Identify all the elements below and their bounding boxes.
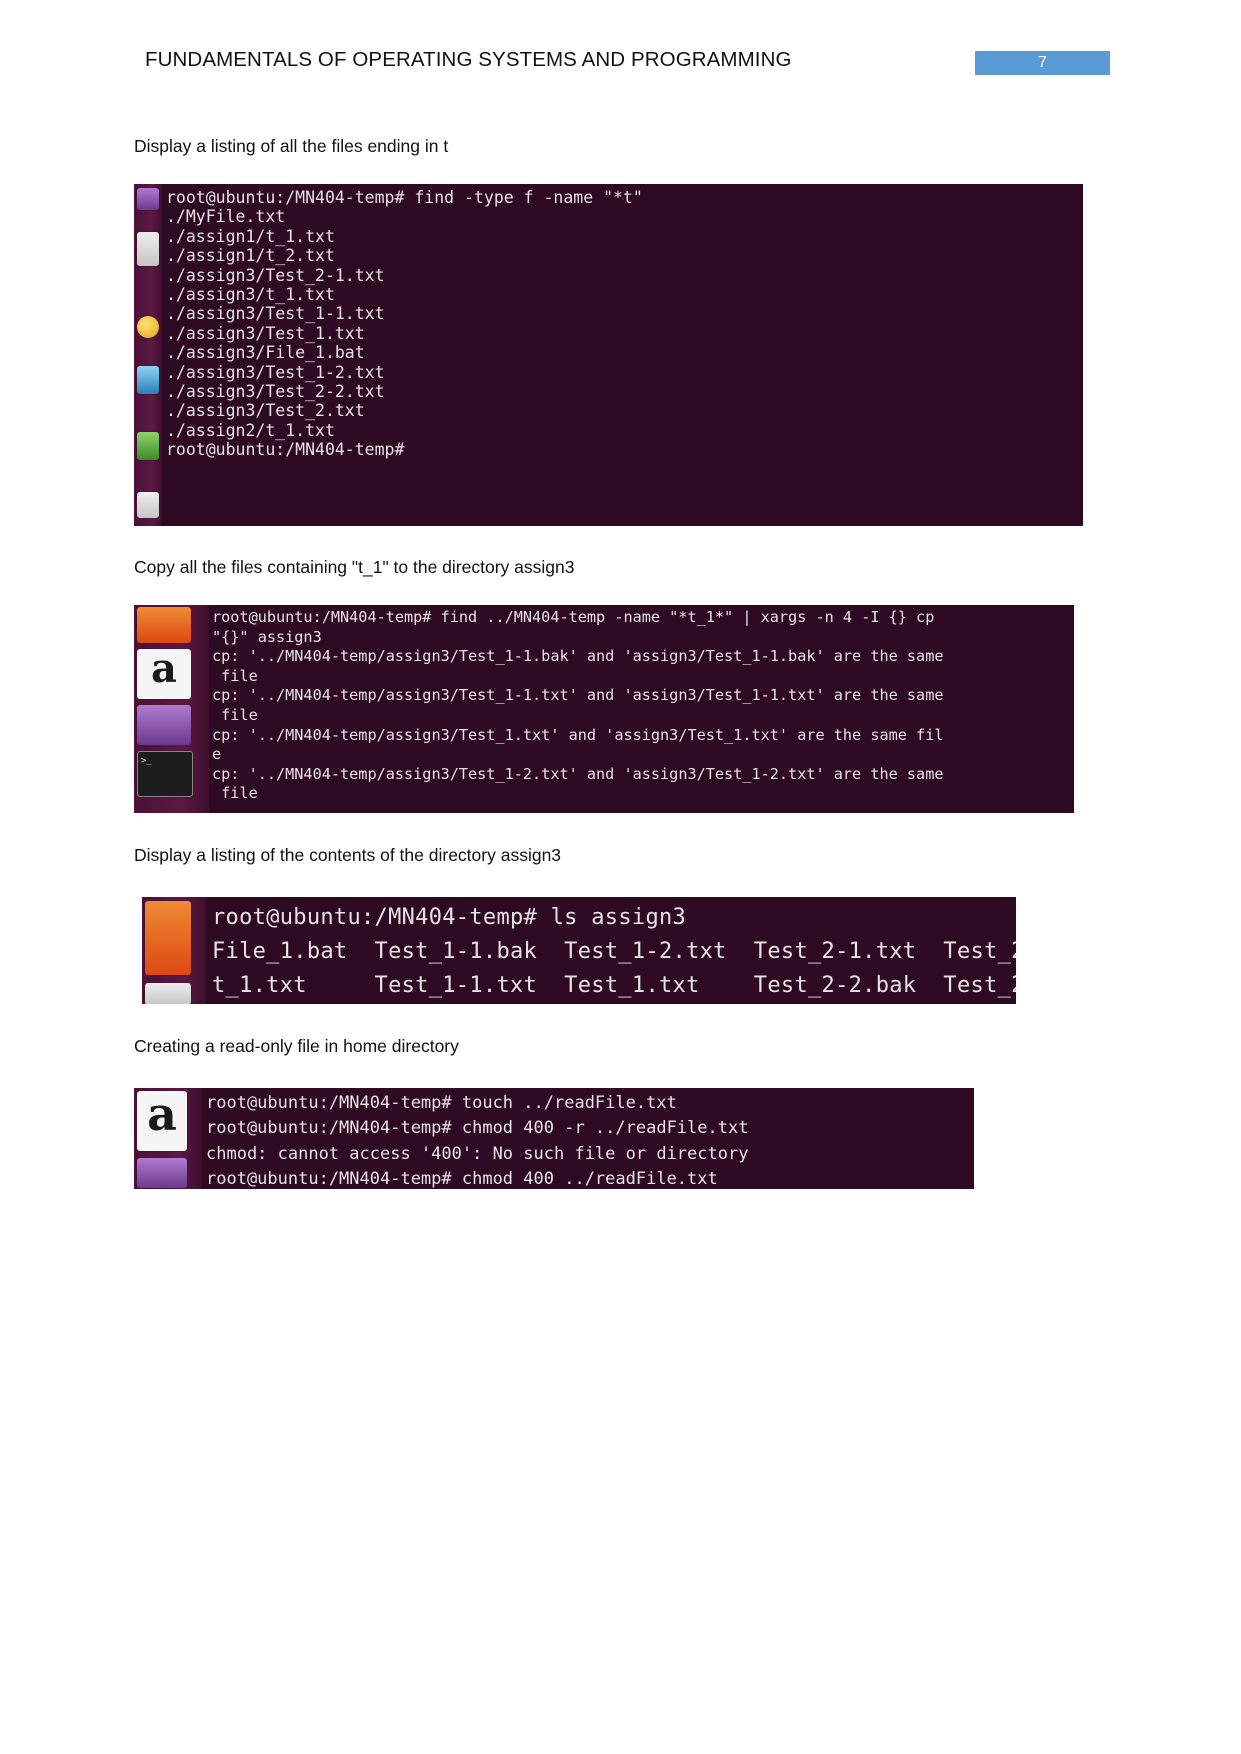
app-icon bbox=[145, 983, 191, 1004]
terminal-line: cp: '../MN404-temp/assign3/Test_1-1.bak'… bbox=[212, 647, 944, 666]
terminal-output-4: root@ubuntu:/MN404-temp# touch ../readFi… bbox=[202, 1088, 974, 1189]
unity-launcher-bar-3 bbox=[142, 897, 206, 1004]
terminal-line: file bbox=[212, 705, 258, 724]
terminal-line: ./assign3/File_1.bat bbox=[166, 343, 365, 363]
terminal-output-1: root@ubuntu:/MN404-temp# find -type f -n… bbox=[162, 184, 1083, 526]
terminal-output-3: root@ubuntu:/MN404-temp# ls assign3 File… bbox=[206, 897, 1016, 1004]
page-title: FUNDAMENTALS OF OPERATING SYSTEMS AND PR… bbox=[145, 48, 792, 71]
terminal-line: File_1.bat Test_1-1.bak Test_1-2.txt Tes… bbox=[212, 939, 1016, 964]
folder-icon bbox=[137, 188, 159, 210]
blue-app-icon bbox=[137, 366, 159, 394]
terminal-line: root@ubuntu:/MN404-temp# chmod 400 -r ..… bbox=[206, 1118, 749, 1139]
ubuntu-software-icon bbox=[137, 607, 191, 643]
terminal-screenshot-3: root@ubuntu:/MN404-temp# ls assign3 File… bbox=[142, 897, 1016, 1004]
terminal-screenshot-2: a root@ubuntu:/MN404-temp# find ../MN404… bbox=[134, 605, 1074, 813]
terminal-icon bbox=[137, 751, 193, 797]
settings-icon bbox=[137, 705, 191, 745]
terminal-line: ./assign3/Test_1-2.txt bbox=[166, 362, 385, 382]
amazon-icon: a bbox=[137, 649, 191, 699]
terminal-line: ./assign3/Test_1-1.txt bbox=[166, 304, 385, 324]
terminal-line: ./assign3/Test_2.txt bbox=[166, 401, 365, 421]
terminal-line: cp: '../MN404-temp/assign3/Test_1-1.txt'… bbox=[212, 686, 944, 705]
terminal-line: "{}" assign3 bbox=[212, 627, 322, 646]
unity-launcher-bar-1 bbox=[134, 184, 162, 526]
terminal-line: ./assign1/t_2.txt bbox=[166, 246, 335, 266]
section-caption-4: Creating a read-only file in home direct… bbox=[134, 1036, 459, 1056]
page-number-badge: 7 bbox=[975, 51, 1110, 75]
terminal-line: root@ubuntu:/MN404-temp# touch ../readFi… bbox=[206, 1093, 677, 1113]
terminal-line: file bbox=[212, 666, 258, 685]
terminal-line: ./assign3/t_1.txt bbox=[166, 285, 335, 305]
section-caption-2: Copy all the files containing "t_1" to t… bbox=[134, 557, 575, 577]
document-page: FUNDAMENTALS OF OPERATING SYSTEMS AND PR… bbox=[0, 0, 1241, 1754]
terminal-line: ./assign3/Test_1.txt bbox=[166, 323, 365, 343]
terminal-line: ./assign2/t_1.txt bbox=[166, 420, 335, 440]
terminal-line: ./assign3/Test_2-1.txt bbox=[166, 265, 385, 285]
section-caption-1: Display a listing of all the files endin… bbox=[134, 136, 449, 156]
section-caption-3: Display a listing of the contents of the… bbox=[134, 845, 562, 865]
files-icon bbox=[137, 232, 159, 266]
app-icon bbox=[137, 492, 159, 518]
terminal-line: root@ubuntu:/MN404-temp# find ../MN404-t… bbox=[212, 608, 935, 626]
terminal-line: chmod: cannot access '400': No such file… bbox=[206, 1143, 749, 1164]
terminal-line: ./MyFile.txt bbox=[166, 207, 286, 227]
terminal-line: ./assign3/Test_2-2.txt bbox=[166, 382, 385, 402]
terminal-line: root@ubuntu:/MN404-temp# bbox=[166, 440, 405, 460]
terminal-line: root@ubuntu:/MN404-temp# chmod 400 ../re… bbox=[206, 1168, 718, 1189]
green-app-icon bbox=[137, 432, 159, 460]
terminal-line: file bbox=[212, 784, 258, 803]
terminal-line: root@ubuntu:/MN404-temp# find -type f -n… bbox=[166, 188, 643, 207]
settings-icon bbox=[137, 1158, 187, 1188]
amazon-icon: a bbox=[137, 1091, 187, 1151]
terminal-line: e bbox=[212, 745, 222, 764]
unity-launcher-bar-2: a bbox=[134, 605, 209, 813]
page-header: FUNDAMENTALS OF OPERATING SYSTEMS AND PR… bbox=[0, 48, 1241, 88]
firefox-icon bbox=[137, 316, 159, 338]
terminal-line: ./assign1/t_1.txt bbox=[166, 226, 335, 246]
terminal-screenshot-1: root@ubuntu:/MN404-temp# find -type f -n… bbox=[134, 184, 1083, 526]
terminal-output-2: root@ubuntu:/MN404-temp# find ../MN404-t… bbox=[209, 605, 1074, 813]
ubuntu-software-icon bbox=[145, 901, 191, 975]
terminal-line: cp: '../MN404-temp/assign3/Test_1-2.txt'… bbox=[212, 764, 944, 783]
terminal-line: root@ubuntu:/MN404-temp# ls assign3 bbox=[212, 905, 687, 930]
unity-launcher-bar-4: a bbox=[134, 1088, 202, 1189]
terminal-line: t_1.txt Test_1-1.txt Test_1.txt Test_2-2… bbox=[212, 973, 1016, 998]
terminal-screenshot-4: a root@ubuntu:/MN404-temp# touch ../read… bbox=[134, 1088, 974, 1189]
terminal-line: cp: '../MN404-temp/assign3/Test_1.txt' a… bbox=[212, 725, 944, 744]
